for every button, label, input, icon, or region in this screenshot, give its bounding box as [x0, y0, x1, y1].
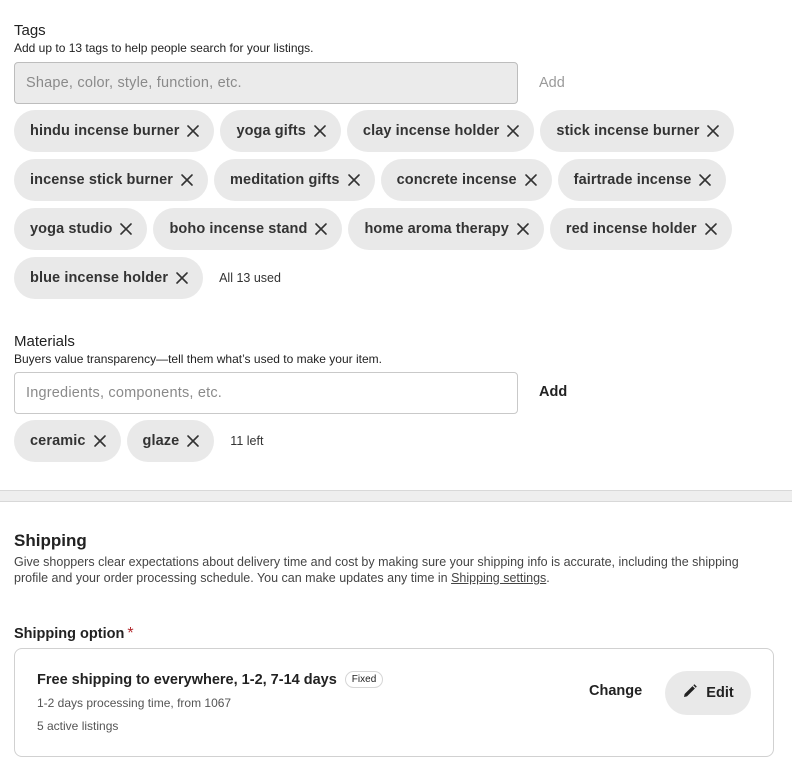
- chip-label: stick incense burner: [556, 123, 700, 139]
- pencil-icon: [682, 683, 698, 703]
- close-icon[interactable]: [175, 271, 189, 285]
- chip: clay incense holder: [346, 110, 535, 152]
- chip-label: fairtrade incense: [573, 172, 692, 188]
- close-icon[interactable]: [506, 124, 520, 138]
- shipping-settings-link[interactable]: Shipping settings: [451, 571, 546, 585]
- section-divider: [0, 490, 792, 502]
- materials-section: Materials Buyers value transparency—tell…: [14, 333, 792, 462]
- tags-title: Tags: [14, 22, 46, 39]
- chip: yoga gifts: [220, 110, 341, 152]
- close-icon[interactable]: [314, 222, 328, 236]
- chip: yoga studio: [14, 208, 148, 250]
- edit-label: Edit: [706, 685, 734, 701]
- chip-label: hindu incense burner: [30, 123, 180, 139]
- shipping-option-label: Shipping option: [14, 626, 125, 642]
- tags-input[interactable]: [14, 62, 518, 104]
- chip: hindu incense burner: [14, 110, 215, 152]
- chip: blue incense holder: [14, 257, 204, 299]
- tags-chip-list: hindu incense burner yoga gifts clay incen…: [14, 110, 754, 306]
- chip-label: incense stick burner: [30, 172, 174, 188]
- close-icon[interactable]: [119, 222, 133, 236]
- processing-time-text: 1-2 days processing time, from 1067: [37, 696, 232, 710]
- chip: fairtrade incense: [557, 159, 727, 201]
- close-icon[interactable]: [347, 173, 361, 187]
- materials-description: Buyers value transparency—tell them what…: [14, 352, 382, 366]
- close-icon[interactable]: [186, 124, 200, 138]
- chip-label: concrete incense: [396, 172, 517, 188]
- chip-label: red incense holder: [565, 221, 697, 237]
- chip-label: yoga gifts: [236, 123, 306, 139]
- materials-chip-list: ceramic glaze 11 left: [14, 420, 754, 469]
- chip: stick incense burner: [540, 110, 735, 152]
- chip: incense stick burner: [14, 159, 209, 201]
- shipping-description: Give shoppers clear expectations about d…: [14, 554, 774, 586]
- shipping-option-card: Free shipping to everywhere, 1-2, 7-14 d…: [14, 648, 774, 757]
- close-icon[interactable]: [313, 124, 327, 138]
- shipping-profile-title-row: Free shipping to everywhere, 1-2, 7-14 d…: [37, 671, 384, 688]
- close-icon[interactable]: [516, 222, 530, 236]
- remaining-count: All 13 used: [219, 271, 281, 285]
- chip: ceramic: [14, 420, 121, 462]
- shipping-description-end: .: [546, 571, 550, 585]
- chip-label: blue incense holder: [30, 270, 169, 286]
- fixed-badge: Fixed: [344, 671, 384, 688]
- chip: glaze: [126, 420, 215, 462]
- chip-label: boho incense stand: [169, 221, 308, 237]
- close-icon[interactable]: [93, 434, 107, 448]
- close-icon[interactable]: [706, 124, 720, 138]
- shipping-profile-title: Free shipping to everywhere, 1-2, 7-14 d…: [37, 671, 337, 688]
- materials-input[interactable]: [14, 372, 518, 414]
- tags-description: Add up to 13 tags to help people search …: [14, 41, 314, 55]
- chip-label: meditation gifts: [230, 172, 340, 188]
- required-asterisk: *: [127, 625, 134, 642]
- chip-label: clay incense holder: [362, 123, 500, 139]
- close-icon[interactable]: [698, 173, 712, 187]
- close-icon[interactable]: [524, 173, 538, 187]
- chip-label: yoga studio: [30, 221, 113, 237]
- change-button[interactable]: Change: [589, 683, 642, 699]
- chip-label: glaze: [142, 433, 180, 449]
- active-listings-text: 5 active listings: [37, 719, 119, 733]
- tags-section: Tags Add up to 13 tags to help people se…: [14, 22, 792, 299]
- chip-label: ceramic: [30, 433, 86, 449]
- tags-add-button[interactable]: Add: [539, 75, 565, 91]
- shipping-description-text: Give shoppers clear expectations about d…: [14, 555, 739, 585]
- close-icon[interactable]: [180, 173, 194, 187]
- remaining-count: 11 left: [230, 434, 264, 448]
- chip: red incense holder: [549, 208, 732, 250]
- materials-add-button[interactable]: Add: [539, 384, 567, 400]
- edit-button[interactable]: Edit: [665, 671, 751, 715]
- chip: meditation gifts: [214, 159, 375, 201]
- materials-title: Materials: [14, 333, 75, 350]
- shipping-section: Shipping Give shoppers clear expectation…: [14, 531, 792, 586]
- shipping-title: Shipping: [14, 531, 87, 550]
- chip: home aroma therapy: [348, 208, 544, 250]
- close-icon[interactable]: [704, 222, 718, 236]
- chip: concrete incense: [380, 159, 552, 201]
- chip-label: home aroma therapy: [364, 221, 509, 237]
- shipping-option-label-row: Shipping option *: [14, 625, 792, 643]
- chip: boho incense stand: [153, 208, 343, 250]
- close-icon[interactable]: [186, 434, 200, 448]
